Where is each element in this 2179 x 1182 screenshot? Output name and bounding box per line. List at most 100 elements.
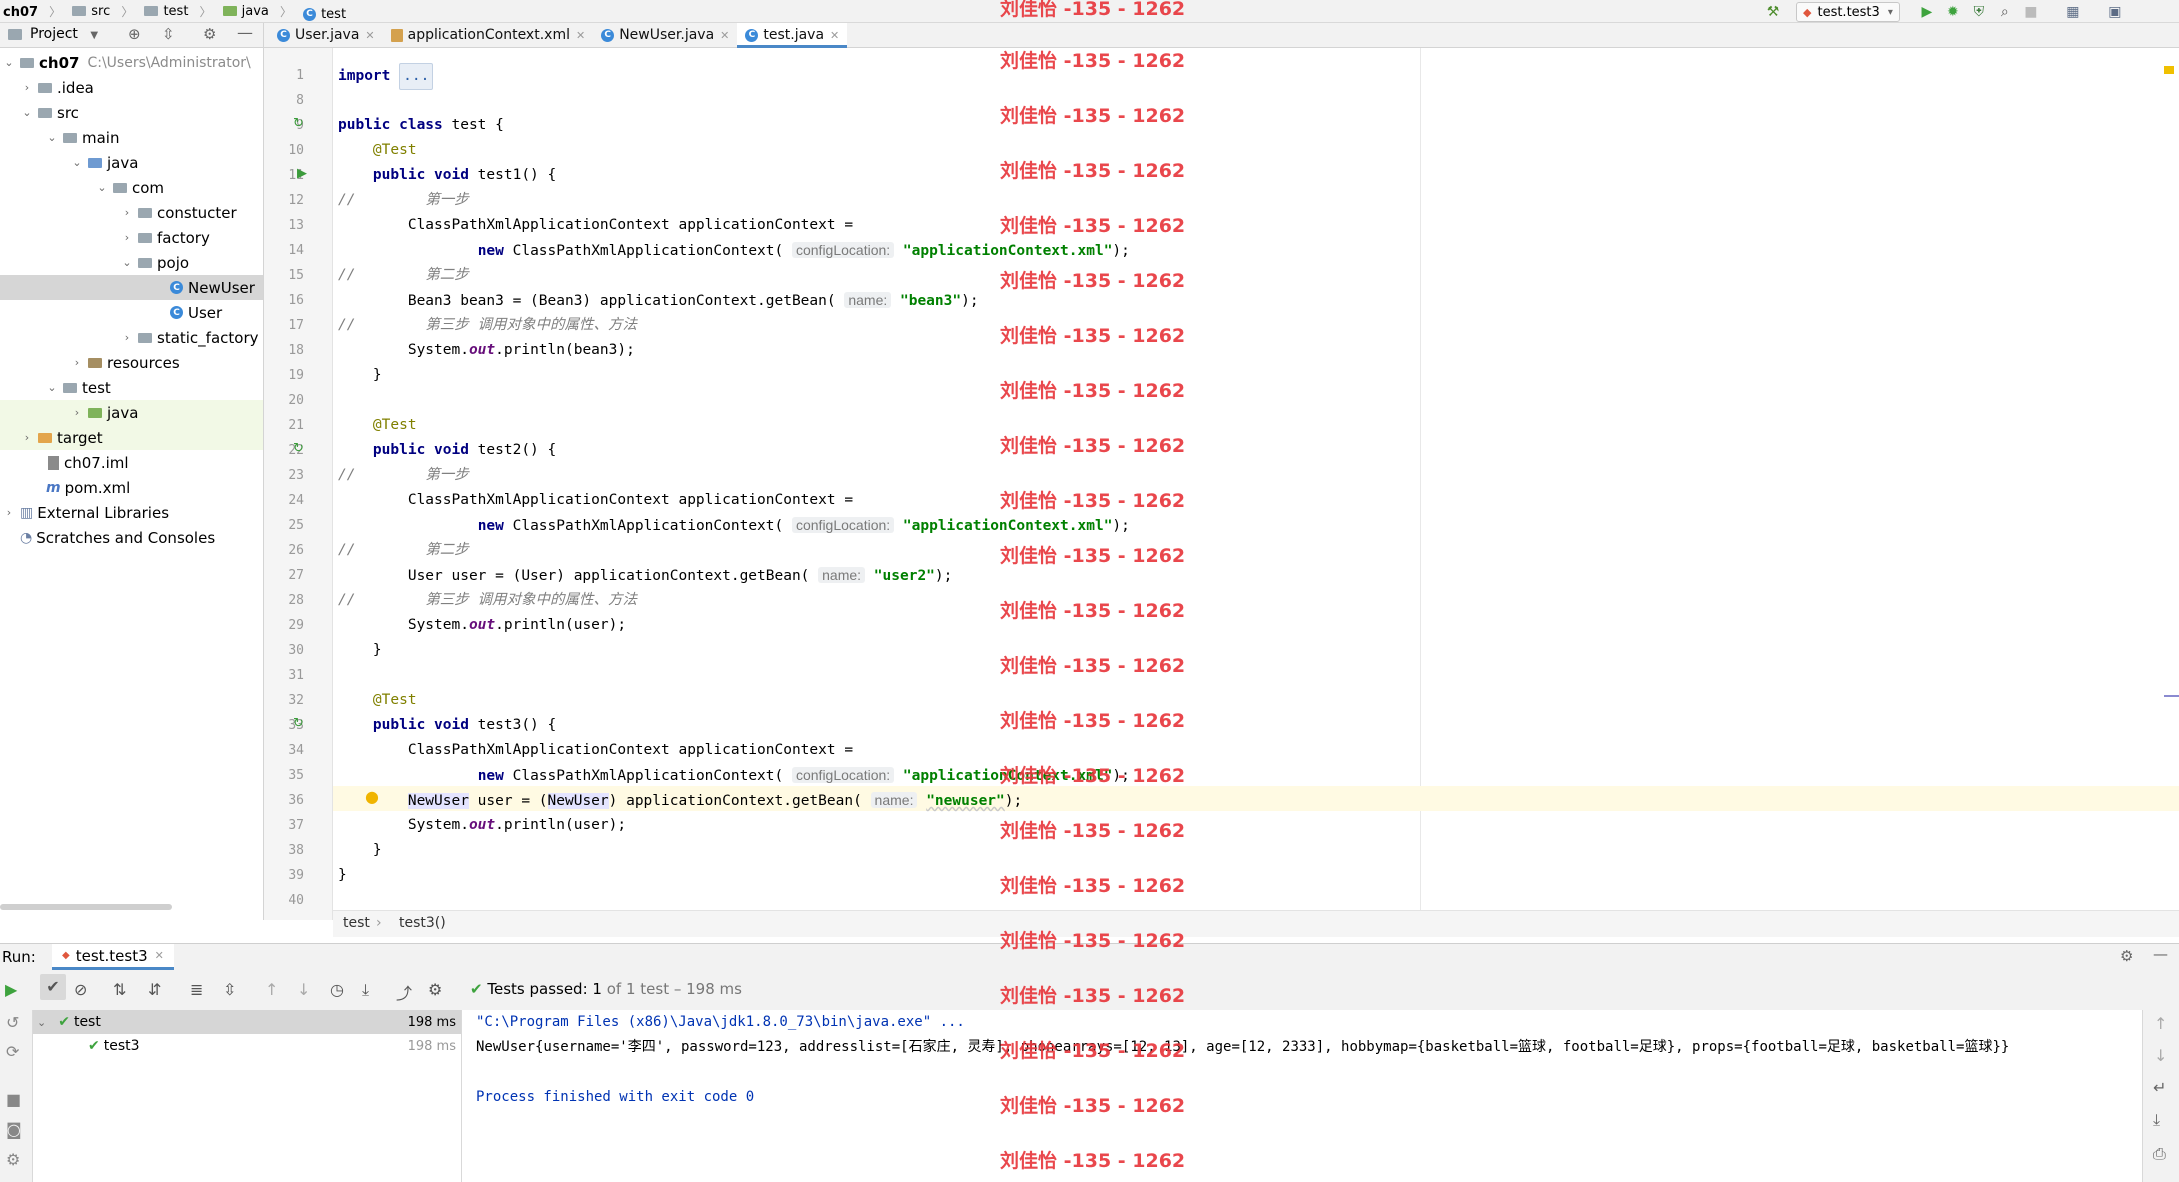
test-result-row[interactable]: ✔ test3 198 ms	[33, 1034, 461, 1058]
line-number: 13	[288, 218, 304, 233]
arrow-down-icon[interactable]: ↓	[297, 980, 310, 999]
breadcrumb-java[interactable]: java	[222, 0, 269, 22]
run-test-icon[interactable]: ▶	[297, 166, 307, 181]
test-history-icon[interactable]: ◷	[330, 980, 344, 999]
project-structure-icon[interactable]: ▦	[2065, 4, 2081, 20]
arrow-up-icon[interactable]: ↑	[2154, 1014, 2167, 1033]
rerun-icon[interactable]: ▶	[5, 980, 17, 999]
close-icon[interactable]: ✕	[576, 29, 585, 42]
tree-item-ch07[interactable]: ⌄ ch07 C:\Users\Administrator\	[0, 50, 263, 75]
sort-alpha-icon[interactable]: ⇅	[113, 980, 126, 999]
tree-item-test-java[interactable]: › java	[0, 400, 263, 425]
collapse-all-icon[interactable]: ⇳	[223, 980, 236, 999]
breadcrumb-src[interactable]: src	[72, 0, 110, 22]
horizontal-scrollbar[interactable]	[0, 904, 172, 910]
arrow-up-icon[interactable]: ↑	[265, 980, 278, 999]
run-test-icon[interactable]: ↻	[293, 716, 304, 731]
run-test-class-icon[interactable]: ↻	[293, 116, 304, 131]
build-hammer-icon[interactable]: ⚒	[1765, 4, 1781, 20]
chevron-down-icon: ⌄	[97, 181, 107, 194]
tree-item-factory[interactable]: › factory	[0, 225, 263, 250]
watermark-text: 刘佳怡 -135 - 1262	[1000, 160, 1186, 182]
breadcrumb-test[interactable]: test	[144, 0, 188, 22]
gear-icon[interactable]: ⚙	[428, 980, 442, 999]
comment-text: 第三步 调用对象中的属性、方法	[425, 317, 638, 333]
package-icon	[138, 207, 152, 218]
close-icon[interactable]: ✕	[155, 949, 164, 962]
editor-breadcrumb: test › test3()	[333, 910, 2179, 937]
tab-user-java[interactable]: C User.java ✕	[269, 23, 383, 47]
tree-item-idea[interactable]: › .idea	[0, 75, 263, 100]
camera-icon[interactable]: ◙	[6, 1120, 22, 1139]
scroll-marker[interactable]	[2164, 695, 2179, 697]
run-tab-test3[interactable]: ◆ test.test3 ✕	[52, 944, 174, 970]
sort-duration-icon[interactable]: ⇵	[148, 980, 161, 999]
close-icon[interactable]: ✕	[365, 29, 374, 42]
print-icon[interactable]: ⎙	[2153, 1144, 2166, 1164]
gear-icon[interactable]: ⚙	[203, 25, 216, 43]
stop-icon[interactable]: ■	[6, 1090, 21, 1109]
warning-marker[interactable]	[2164, 66, 2174, 74]
code-line: import ...	[338, 63, 434, 90]
tree-item-resources[interactable]: › resources	[0, 350, 263, 375]
stop-icon[interactable]: ■	[2023, 4, 2039, 20]
close-icon[interactable]: ✕	[830, 29, 839, 42]
project-view-icon	[8, 29, 22, 40]
tree-item-newuser[interactable]: C NewUser	[0, 275, 263, 300]
rerun-failed-icon[interactable]: ↺	[6, 1013, 19, 1032]
expand-all-icon[interactable]: ≣	[190, 980, 203, 999]
tree-item-external-libraries[interactable]: › ▥ External Libraries	[0, 500, 263, 525]
tree-item-main-java[interactable]: ⌄ java	[0, 150, 263, 175]
tree-item-src[interactable]: ⌄ src	[0, 100, 263, 125]
tree-item-user[interactable]: C User	[0, 300, 263, 325]
hide-panel-icon[interactable]: —	[2153, 945, 2168, 963]
string-literal: "user2"	[873, 568, 935, 584]
locate-icon[interactable]: ⊕	[128, 25, 141, 43]
tree-item-main[interactable]: ⌄ main	[0, 125, 263, 150]
hide-panel-icon[interactable]: —	[237, 23, 253, 42]
gear-icon[interactable]: ⚙	[2120, 947, 2133, 965]
chevron-down-icon: ▾	[1887, 6, 1893, 18]
tree-item-test[interactable]: ⌄ test	[0, 375, 263, 400]
profile-icon[interactable]: ⌕	[1997, 4, 2013, 20]
folded-imports[interactable]: ...	[399, 63, 434, 90]
tab-newuser-java[interactable]: C NewUser.java ✕	[593, 23, 737, 47]
breadcrumb-test-class[interactable]: Ctest	[303, 3, 346, 25]
arrow-down-icon[interactable]: ↓	[2154, 1046, 2167, 1065]
tree-item-pojo[interactable]: ⌄ pojo	[0, 250, 263, 275]
tree-item-constucter[interactable]: › constucter	[0, 200, 263, 225]
tree-item-ch07-iml[interactable]: ch07.iml	[0, 450, 263, 475]
breadcrumb-method[interactable]: test3()	[399, 915, 446, 931]
tree-item-scratches[interactable]: ◔ Scratches and Consoles	[0, 525, 263, 550]
tab-applicationcontext-xml[interactable]: applicationContext.xml ✕	[383, 23, 594, 47]
tab-test-java[interactable]: C test.java ✕	[737, 23, 848, 48]
soft-wrap-icon[interactable]: ↵	[2153, 1078, 2166, 1097]
tree-item-target[interactable]: › target	[0, 425, 263, 450]
chevron-down-icon: ⌄	[37, 1015, 47, 1029]
tree-item-com[interactable]: ⌄ com	[0, 175, 263, 200]
run-configuration-select[interactable]: ◆ test.test3 ▾	[1796, 2, 1900, 22]
run-test-icon[interactable]: ↻	[293, 441, 304, 456]
show-passed-icon[interactable]: ✔	[40, 974, 66, 1000]
breadcrumb-project[interactable]: ch07	[3, 2, 38, 24]
tree-item-static-factory[interactable]: › static_factory	[0, 325, 263, 350]
show-ignored-icon[interactable]: ⊘	[74, 980, 87, 999]
toggle-auto-test-icon[interactable]: ⟳	[6, 1042, 19, 1061]
coverage-icon[interactable]: ⛨	[1971, 4, 1987, 20]
scroll-to-end-icon[interactable]: ⤓	[2153, 1110, 2160, 1130]
tree-item-label: constucter	[157, 203, 237, 222]
collapse-all-icon[interactable]: ⇳	[162, 25, 175, 43]
close-icon[interactable]: ✕	[720, 29, 729, 42]
gear-icon[interactable]: ⚙	[6, 1150, 20, 1169]
import-tests-icon[interactable]: ⤓	[362, 980, 369, 1000]
breadcrumb-class[interactable]: test	[343, 915, 370, 931]
export-tests-icon[interactable]: ⤴	[396, 980, 412, 1004]
tree-item-pom-xml[interactable]: m pom.xml	[0, 475, 263, 500]
test-result-row[interactable]: ⌄ ✔ test 198 ms	[33, 1010, 461, 1034]
line-number: 27	[288, 568, 304, 583]
parameter-hint: configLocation:	[791, 242, 895, 258]
search-everywhere-icon[interactable]: ▣	[2107, 4, 2123, 20]
run-icon[interactable]: ▶	[1919, 4, 1935, 20]
debug-icon[interactable]: ✹	[1945, 4, 1961, 20]
project-view-dropdown[interactable]: Project ▼	[30, 26, 98, 42]
